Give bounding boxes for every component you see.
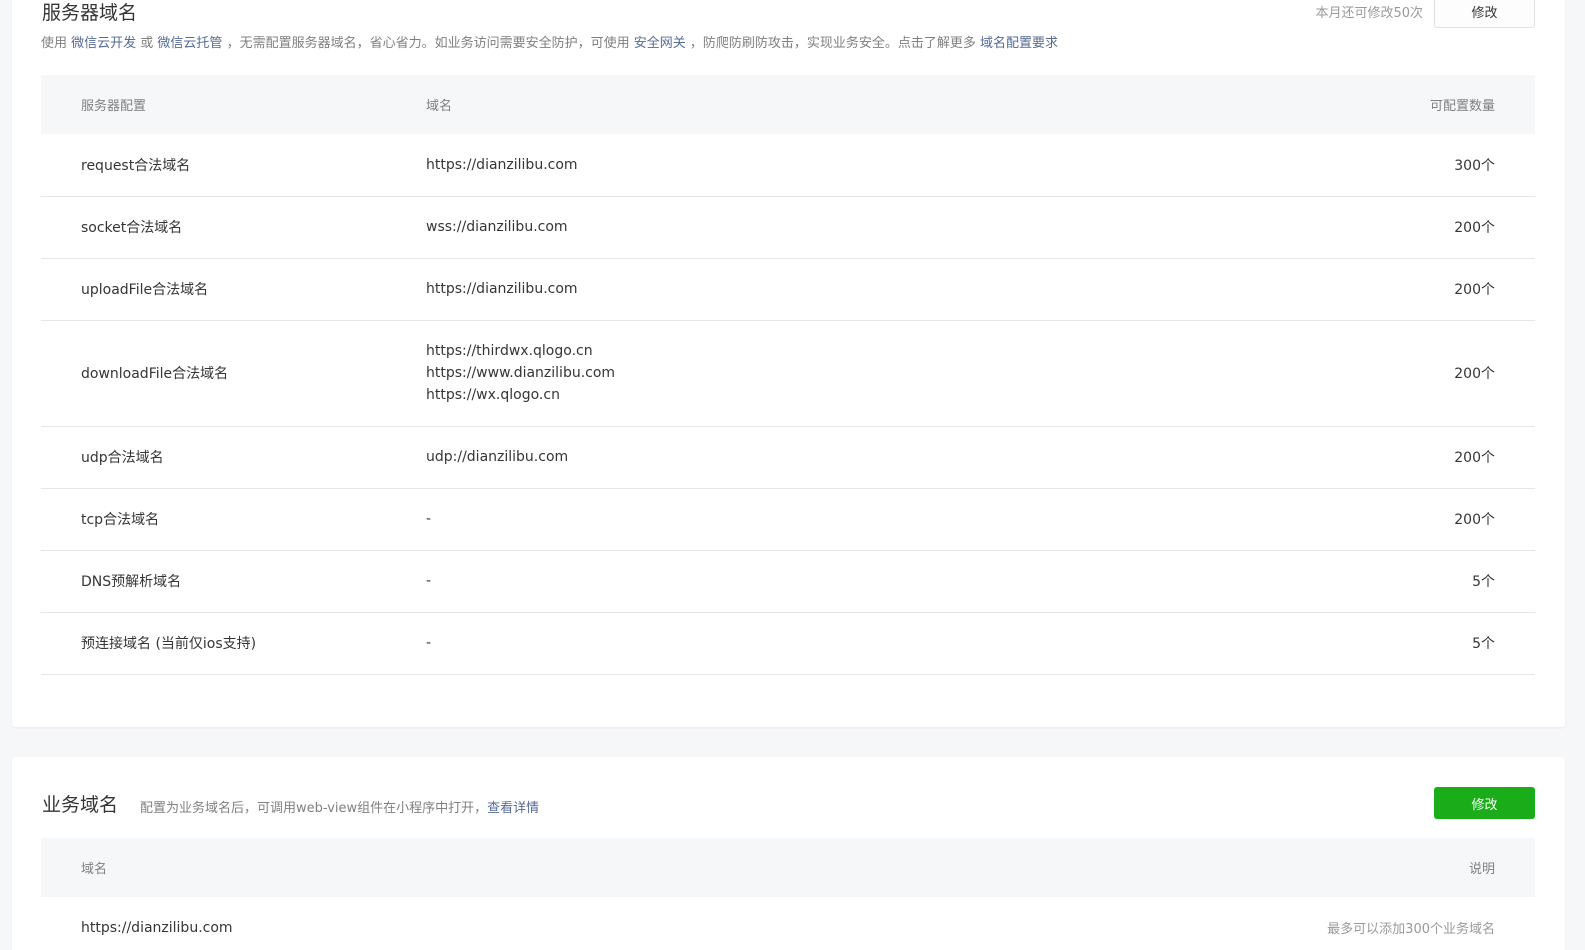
domain-cell: https://thirdwx.qlogo.cn https://www.dia…: [426, 320, 1226, 426]
domain-cell: -: [426, 488, 1226, 550]
config-name: DNS预解析域名: [81, 574, 182, 590]
modify-quota-text: 本月还可修改50次: [1315, 6, 1423, 21]
count-cell: 5个: [1472, 636, 1495, 652]
domain-cell: wss://dianzilibu.com: [426, 196, 1226, 258]
domain-cell: udp://dianzilibu.com: [426, 426, 1226, 488]
config-name: uploadFile合法域名: [81, 282, 209, 298]
business-domain-title: 业务域名: [42, 794, 119, 816]
header-domain: 域名: [426, 99, 453, 114]
config-name: udp合法域名: [81, 450, 164, 466]
header-domain: 域名: [81, 862, 108, 877]
count-cell: 200个: [1454, 220, 1495, 236]
table-row: udp合法域名 udp://dianzilibu.com 200个: [41, 426, 1535, 488]
config-name: request合法域名: [81, 157, 191, 174]
count-cell: 200个: [1454, 450, 1495, 466]
table-row: uploadFile合法域名 https://dianzilibu.com 20…: [41, 258, 1535, 320]
header-server-config: 服务器配置: [81, 99, 147, 114]
config-name: downloadFile合法域名: [81, 366, 229, 382]
table-header-row: 域名 说明: [41, 838, 1535, 897]
config-name: socket合法域名: [81, 220, 183, 236]
server-domain-title: 服务器域名: [42, 2, 138, 24]
desc-text: 配置为业务域名后，可调用web-view组件在小程序中打开，: [140, 801, 488, 816]
server-domain-title-row: 服务器域名: [42, 0, 137, 25]
domain-value: udp://dianzilibu.com: [426, 449, 569, 465]
server-domain-description: 使用 微信云开发 或 微信云托管 ，无需配置服务器域名，省心省力。如业务访问需要…: [41, 32, 1058, 51]
business-domain-edit-button[interactable]: 修改: [1434, 787, 1535, 819]
count-cell: 200个: [1454, 512, 1495, 528]
note-cell: 最多可以添加300个业务域名: [1327, 922, 1495, 938]
config-name: 预连接域名 (当前仅ios支持): [81, 636, 257, 652]
business-domain-card: 业务域名 配置为业务域名后，可调用web-view组件在小程序中打开，查看详情 …: [12, 757, 1565, 950]
config-name: tcp合法域名: [81, 512, 160, 528]
wechat-cloud-hosting-link[interactable]: 微信云托管: [157, 36, 222, 51]
business-domain-description: 配置为业务域名后，可调用web-view组件在小程序中打开，查看详情: [140, 797, 539, 816]
count-cell: 5个: [1472, 574, 1495, 590]
domain-cell: -: [426, 612, 1226, 674]
table-row: https://dianzilibu.com 最多可以添加300个业务域名: [41, 897, 1535, 950]
table-header-row: 服务器配置 域名 可配置数量: [41, 75, 1535, 134]
table-row: DNS预解析域名 - 5个: [41, 550, 1535, 612]
domain-value: https://dianzilibu.com: [426, 281, 578, 297]
view-details-link[interactable]: 查看详情: [487, 801, 539, 816]
table-row: socket合法域名 wss://dianzilibu.com 200个: [41, 196, 1535, 258]
wechat-cloud-dev-link[interactable]: 微信云开发: [71, 36, 136, 51]
table-row: request合法域名 https://dianzilibu.com 300个: [41, 134, 1535, 196]
header-note: 说明: [1468, 862, 1495, 877]
header-count: 可配置数量: [1429, 99, 1495, 114]
domain-value: -: [426, 573, 432, 589]
security-gateway-link[interactable]: 安全网关: [634, 36, 686, 51]
domain-requirements-link[interactable]: 域名配置要求: [980, 36, 1058, 51]
count-cell: 200个: [1454, 366, 1495, 382]
domain-value: https://dianzilibu.com: [426, 156, 578, 173]
business-domain-title-row: 业务域名: [42, 790, 118, 817]
server-domain-card: 服务器域名 本月还可修改50次 修改 使用 微信云开发 或 微信云托管 ，无需配…: [12, 0, 1565, 727]
domain-cell: -: [426, 550, 1226, 612]
domain-value: https://wx.qlogo.cn: [426, 387, 560, 403]
domain-cell: https://dianzilibu.com: [426, 134, 1226, 196]
desc-text: 或: [136, 36, 158, 51]
server-domain-table: 服务器配置 域名 可配置数量 request合法域名 https://dianz…: [41, 75, 1535, 675]
domain-value: wss://dianzilibu.com: [426, 219, 568, 235]
business-domain-table: 域名 说明 https://dianzilibu.com 最多可以添加300个业…: [41, 838, 1535, 950]
table-row: 预连接域名 (当前仅ios支持) - 5个: [41, 612, 1535, 674]
server-domain-edit-button[interactable]: 修改: [1434, 0, 1535, 28]
domain-value: -: [426, 635, 432, 651]
domain-value: https://thirdwx.qlogo.cn: [426, 343, 593, 359]
desc-text: ，防爬防刷防攻击，实现业务安全。点击了解更多: [685, 36, 980, 51]
domain-value: https://dianzilibu.com: [81, 919, 233, 936]
domain-value: -: [426, 511, 432, 527]
desc-text: 使用: [41, 36, 72, 51]
desc-text: ，无需配置服务器域名，省心省力。如业务访问需要安全防护，可使用: [222, 36, 634, 51]
domain-value: https://www.dianzilibu.com: [426, 365, 616, 381]
domain-cell: https://dianzilibu.com: [426, 258, 1226, 320]
count-cell: 200个: [1454, 282, 1495, 298]
table-row: downloadFile合法域名 https://thirdwx.qlogo.c…: [41, 320, 1535, 426]
table-row: tcp合法域名 - 200个: [41, 488, 1535, 550]
count-cell: 300个: [1454, 157, 1495, 174]
